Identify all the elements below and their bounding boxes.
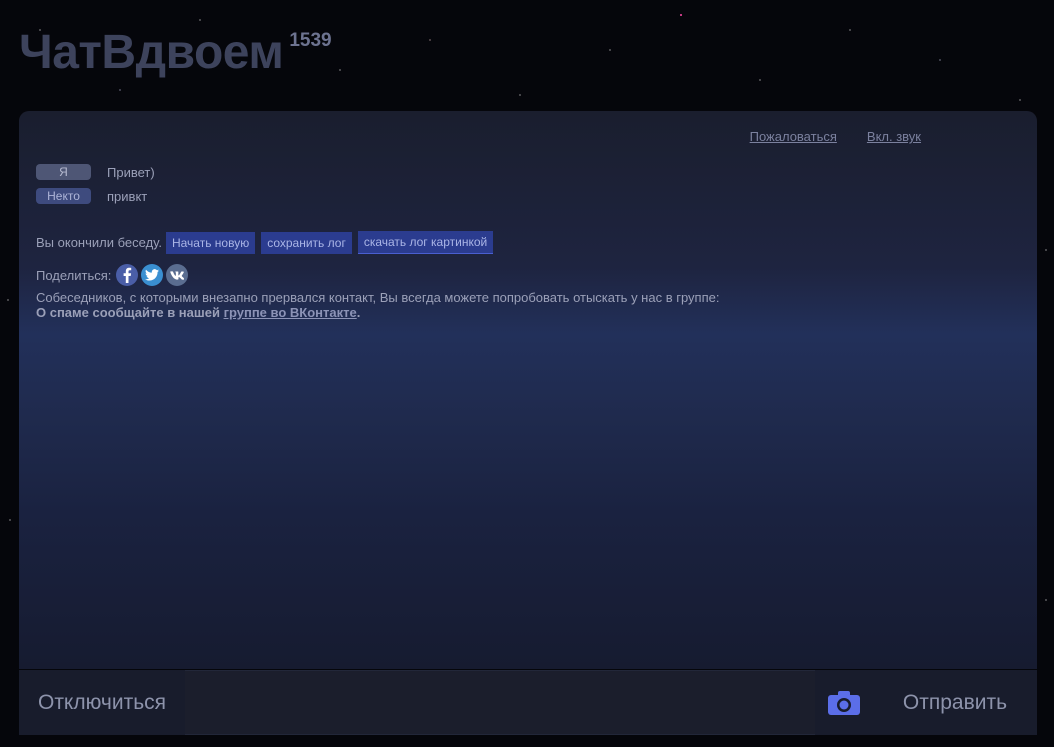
page: { "header": { "title": "ЧатВдвоем", "onl… xyxy=(0,0,1054,747)
share-label: Поделиться: xyxy=(36,267,112,283)
download-log-image-button[interactable]: скачать лог картинкой xyxy=(357,231,494,254)
logo: ЧатВдвоем 1539 xyxy=(19,22,332,84)
reconnect-info-text: Собеседников, с которыми внезапно прерва… xyxy=(36,290,720,305)
author-badge-self: Я xyxy=(36,164,91,180)
report-link[interactable]: Пожаловаться xyxy=(750,129,837,144)
twitter-icon-glyph xyxy=(145,269,160,281)
sound-toggle-link[interactable]: Вкл. звук xyxy=(867,129,921,144)
twitter-icon[interactable] xyxy=(141,264,164,286)
vk-group-link[interactable]: группе во ВКонтакте xyxy=(224,305,357,320)
vk-icon-glyph xyxy=(170,270,185,280)
chat-ended-text: Вы окончили беседу. xyxy=(36,235,162,250)
facebook-icon[interactable] xyxy=(116,264,139,286)
disconnect-button[interactable]: Отключиться xyxy=(19,670,185,735)
chat-ended-row: Вы окончили беседу. Начать новую сохрани… xyxy=(36,231,494,254)
chat-panel: Пожаловаться Вкл. звук Я Привет) Некто п… xyxy=(19,111,1037,669)
spam-info-suffix: . xyxy=(356,305,361,320)
message-text: Привет) xyxy=(107,164,155,180)
top-links: Пожаловаться Вкл. звук xyxy=(750,129,921,144)
online-count: 1539 xyxy=(289,30,332,51)
save-log-button[interactable]: сохранить лог xyxy=(261,231,352,254)
spam-info-prefix: О спаме сообщайте в нашей xyxy=(36,305,224,320)
facebook-icon-glyph xyxy=(124,267,132,283)
vk-icon[interactable] xyxy=(166,264,189,286)
site-title: ЧатВдвоем xyxy=(19,26,284,79)
message-row: Некто привкт xyxy=(36,188,147,204)
author-badge-stranger: Некто xyxy=(36,188,91,204)
spam-info: О спаме сообщайте в нашей группе во ВКон… xyxy=(36,305,360,320)
message-text: привкт xyxy=(107,188,148,204)
camera-icon xyxy=(828,690,860,715)
new-chat-button[interactable]: Начать новую xyxy=(165,231,256,254)
send-button[interactable]: Отправить xyxy=(873,670,1037,735)
bottom-bar: Отключиться Отправить xyxy=(19,670,1037,735)
message-row: Я Привет) xyxy=(36,164,155,180)
message-input[interactable] xyxy=(185,670,815,735)
camera-button[interactable] xyxy=(815,670,873,735)
share-row: Поделиться: xyxy=(36,264,189,286)
